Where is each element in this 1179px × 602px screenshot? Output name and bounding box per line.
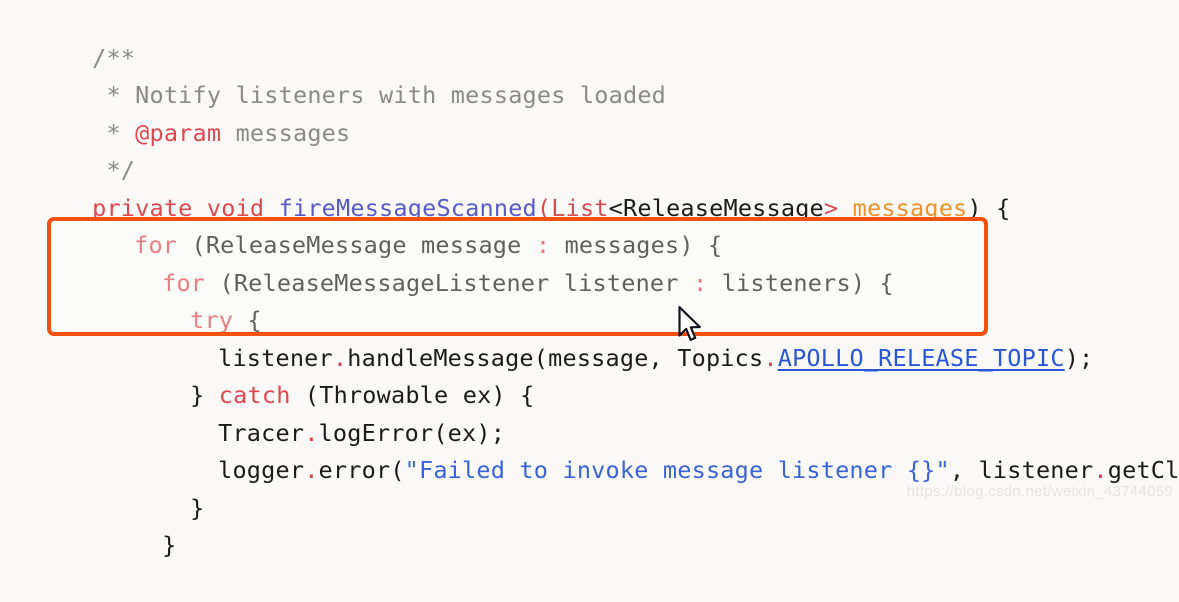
code-line-10[interactable]: } catch (Throwable ex) { [6, 340, 1179, 409]
code-line-12[interactable]: logger.error("Failed to invoke message l… [6, 415, 1179, 484]
code-line-11[interactable]: Tracer.logError(ex); [6, 377, 1179, 447]
code-line-9[interactable]: listener.handleMessage(message, Topics.A… [6, 302, 1179, 372]
code-line-1[interactable]: /** [6, 2, 1179, 72]
code-viewport[interactable]: /** * Notify listeners with messages loa… [0, 0, 1179, 559]
code-lines-container: /** * Notify listeners with messages loa… [6, 2, 1179, 560]
code-line-4[interactable]: */ [6, 115, 1179, 184]
code-line-2[interactable]: * Notify listeners with messages loaded [6, 40, 1179, 109]
code-line-8[interactable]: try { [6, 265, 1179, 334]
outer-close-brace-token: } [162, 531, 177, 559]
code-line-6[interactable]: for (ReleaseMessage message : messages) … [6, 190, 1179, 259]
code-line-3[interactable]: * @param messages [6, 77, 1179, 147]
code-line-5[interactable]: private void fireMessageScanned(List<Rel… [6, 152, 1179, 222]
code-line-7[interactable]: for (ReleaseMessageListener listener : l… [6, 227, 1179, 297]
csdn-watermark: https://blog.csdn.net/weixin_43744059 [906, 483, 1173, 500]
